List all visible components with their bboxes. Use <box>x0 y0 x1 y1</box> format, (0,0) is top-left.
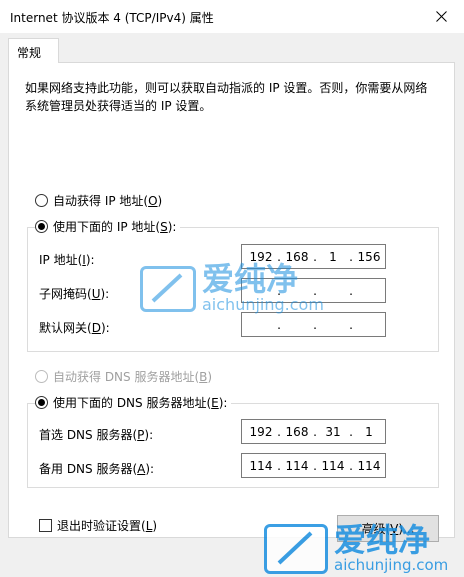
preferred-dns-input[interactable]: 192. 168. 31. 1 <box>241 419 386 444</box>
preferred-dns-label: 首选 DNS 服务器(P): <box>39 428 154 442</box>
validate-on-exit-box <box>39 519 52 532</box>
tab-general[interactable]: 常规 <box>8 38 59 63</box>
radio-auto-ip-label: 自动获得 IP 地址(O) <box>53 194 163 208</box>
radio-manual-ip-indicator <box>35 220 48 233</box>
alternate-dns-label: 备用 DNS 服务器(A): <box>39 462 155 476</box>
radio-manual-dns-indicator <box>35 396 48 409</box>
validate-on-exit-label: 退出时验证设置(L) <box>57 519 158 533</box>
radio-auto-ip-indicator <box>35 194 48 207</box>
title-bar: Internet 协议版本 4 (TCP/IPv4) 属性 <box>0 0 464 33</box>
watermark-brand: 爱纯净 <box>334 521 431 559</box>
radio-manual-dns[interactable]: 使用下面的 DNS 服务器地址(E): <box>35 394 232 411</box>
ip-address-label: IP 地址(I): <box>39 253 95 267</box>
radio-auto-dns[interactable]: 自动获得 DNS 服务器地址(B) <box>35 368 212 385</box>
radio-auto-dns-indicator <box>35 370 48 383</box>
default-gateway-input[interactable]: . . . <box>241 312 386 337</box>
radio-manual-ip-label: 使用下面的 IP 地址(S): <box>53 220 177 234</box>
watermark-logo-icon <box>264 524 328 574</box>
radio-auto-ip[interactable]: 自动获得 IP 地址(O) <box>35 192 162 209</box>
watermark-logo-icon <box>140 265 196 312</box>
radio-manual-ip[interactable]: 使用下面的 IP 地址(S): <box>35 218 181 235</box>
watermark-brand: 爱纯净 <box>202 260 299 298</box>
watermark-url: aichunjing.com <box>334 556 449 574</box>
radio-manual-dns-label: 使用下面的 DNS 服务器地址(E): <box>53 396 228 410</box>
default-gateway-label: 默认网关(D): <box>39 321 110 335</box>
subnet-mask-label: 子网掩码(U): <box>39 287 110 301</box>
description-text: 如果网络支持此功能，则可以获取自动指派的 IP 设置。否则，你需要从网络系统管理… <box>25 81 428 113</box>
watermark-bottom: 爱纯净 aichunjing.com <box>264 524 448 574</box>
validate-on-exit-checkbox[interactable]: 退出时验证设置(L) <box>39 517 157 534</box>
watermark-center: 爱纯净 aichunjing.com <box>140 263 324 314</box>
close-icon <box>435 10 447 22</box>
window-title: Internet 协议版本 4 (TCP/IPv4) 属性 <box>10 11 214 25</box>
close-button[interactable] <box>418 0 464 32</box>
radio-auto-dns-label: 自动获得 DNS 服务器地址(B) <box>53 370 213 384</box>
alternate-dns-input[interactable]: 114. 114. 114. 114 <box>241 453 386 478</box>
watermark-url: aichunjing.com <box>202 295 324 314</box>
